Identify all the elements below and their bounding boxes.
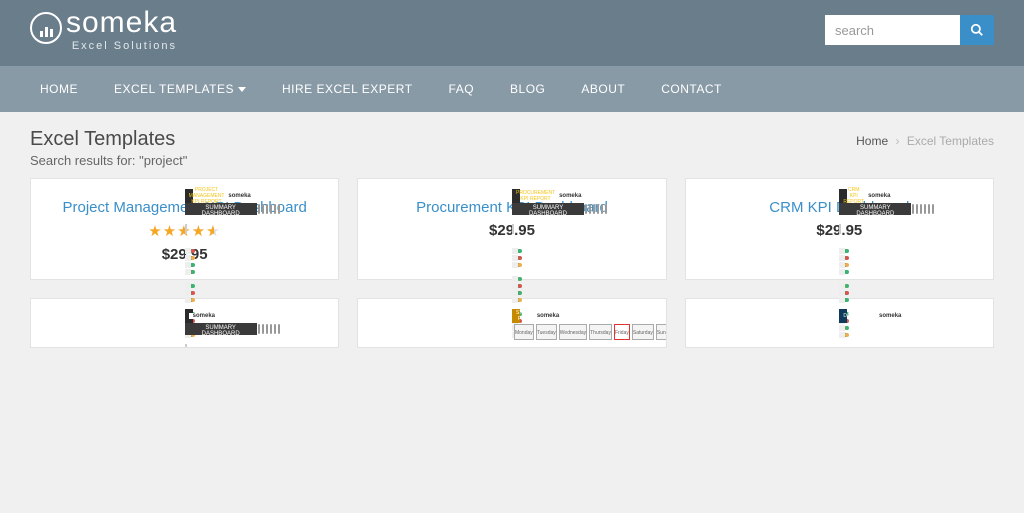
breadcrumb: Home › Excel Templates (856, 134, 994, 148)
page-subtitle: Search results for: "project" (30, 153, 187, 168)
search-input[interactable] (825, 15, 960, 45)
product-card: someka SUMMARY DASHBOARD (30, 298, 339, 348)
logo[interactable]: someka Excel Solutions (30, 8, 177, 52)
nav-contact[interactable]: CONTACT (643, 66, 740, 112)
title-bar: Excel Templates Search results for: "pro… (0, 112, 1024, 178)
site-header: someka Excel Solutions (0, 0, 1024, 66)
product-card: PROJECT MANAGEMENT KPI REPORTsomeka SUMM… (30, 178, 339, 280)
nav-hire-expert[interactable]: HIRE EXCEL EXPERT (264, 66, 431, 112)
logo-name: someka (66, 8, 177, 38)
nav-home[interactable]: HOME (22, 66, 96, 112)
search-icon (970, 23, 984, 37)
chevron-down-icon (238, 87, 246, 92)
breadcrumb-home[interactable]: Home (856, 134, 888, 148)
product-card: CRM KPI REPORTsomeka SUMMARY DASHBOARD (685, 178, 994, 280)
nav-excel-templates-label: EXCEL TEMPLATES (114, 82, 234, 96)
chevron-right-icon: › (896, 134, 900, 148)
search-form (825, 15, 994, 45)
logo-bars-icon (30, 12, 62, 44)
primary-nav: HOME EXCEL TEMPLATES HIRE EXCEL EXPERT F… (0, 66, 1024, 112)
product-card: STUDY PLANsomeka Monday Tuesday Wednesda… (357, 298, 666, 348)
nav-excel-templates[interactable]: EXCEL TEMPLATES (96, 66, 264, 112)
page-title: Excel Templates (30, 128, 187, 151)
product-card: PROCUREMENT KPI REPORTsomeka SUMMARY DAS… (357, 178, 666, 280)
product-grid: PROJECT MANAGEMENT KPI REPORTsomeka SUMM… (30, 178, 994, 348)
search-button[interactable] (960, 15, 994, 45)
nav-faq[interactable]: FAQ (431, 66, 493, 112)
breadcrumb-current: Excel Templates (907, 134, 994, 148)
logo-tagline: Excel Solutions (66, 40, 177, 52)
nav-about[interactable]: ABOUT (563, 66, 643, 112)
nav-blog[interactable]: BLOG (492, 66, 563, 112)
